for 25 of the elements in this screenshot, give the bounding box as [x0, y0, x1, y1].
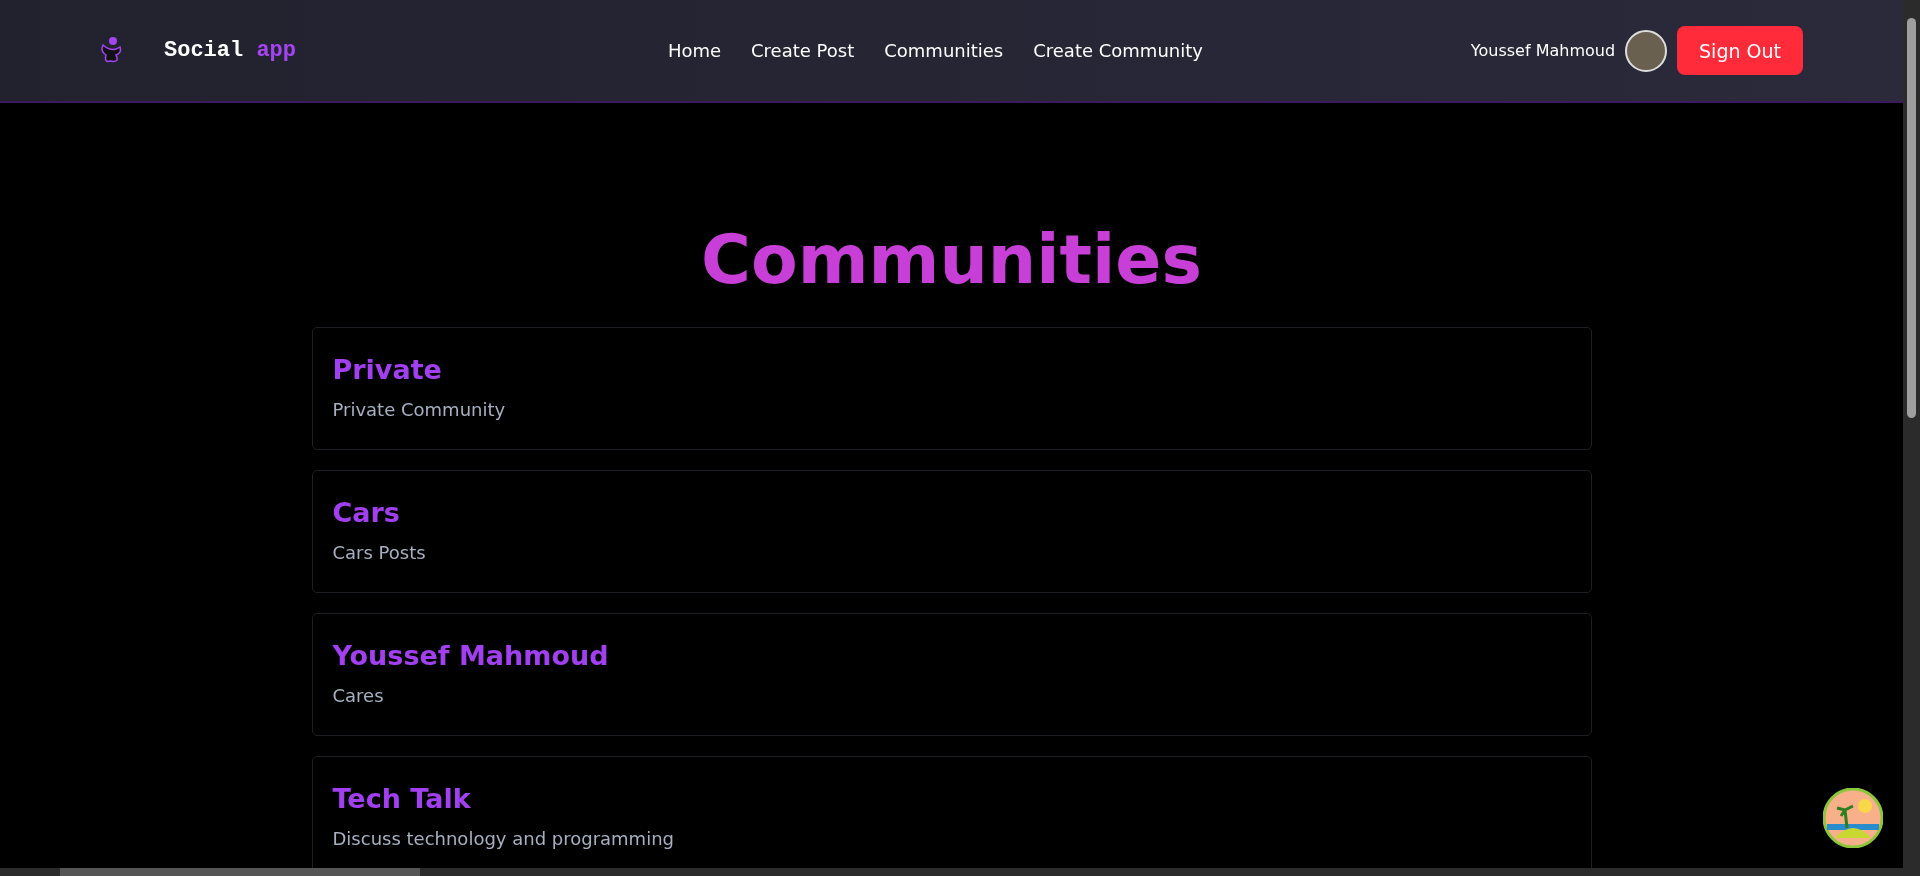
user-name: Youssef Mahmoud [1470, 41, 1616, 60]
community-name: Private [332, 353, 443, 385]
community-card[interactable]: Youssef Mahmoud Cares [311, 612, 1592, 736]
community-card[interactable]: Private Private Community [311, 326, 1592, 450]
community-description: Discuss technology and programming [332, 827, 675, 849]
scrollbar-thumb[interactable] [1907, 18, 1916, 418]
nav-link[interactable]: Home [667, 40, 722, 61]
nav-link[interactable]: Create Community [1033, 40, 1203, 61]
community-name: Tech Talk [332, 782, 472, 814]
community-description: Cares [332, 684, 385, 706]
nav-link[interactable]: Create Post [751, 40, 855, 61]
avatar-photo-placeholder [1625, 29, 1668, 72]
community-description: Private Community [332, 398, 507, 420]
community-description: Cars Posts [332, 541, 427, 563]
page-title: Communities [701, 223, 1202, 298]
community-name: Youssef Mahmoud [332, 639, 610, 671]
community-name: Cars [332, 496, 401, 528]
community-card[interactable]: Cars Cars Posts [311, 469, 1592, 593]
community-card[interactable]: Tech Talk Discuss technology and programming [311, 755, 1592, 868]
app-name: Social app [164, 38, 297, 63]
nav-link[interactable]: Communities [884, 40, 1004, 61]
scrollbar-thumb[interactable] [60, 868, 420, 876]
island-badge-drawing [1823, 788, 1883, 848]
sign-out-button[interactable]: Sign Out [1677, 26, 1803, 75]
logo-icon [100, 36, 124, 65]
